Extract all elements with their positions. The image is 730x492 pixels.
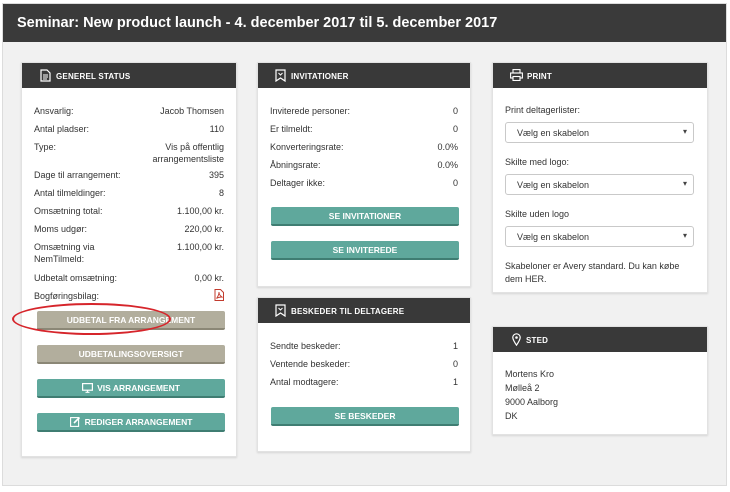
- messages-panel-header: BESKEDER TIL DELTAGERE: [258, 298, 470, 323]
- status-label: Antal pladser:: [34, 124, 90, 134]
- status-panel-title: GENEREL STATUS: [56, 72, 131, 81]
- select-value: Vælg en skabelon: [517, 232, 590, 242]
- status-label: Antal tilmeldinger:: [34, 188, 106, 198]
- print-panel-header: PRINT: [493, 63, 707, 88]
- address-line: Mølleå 2: [505, 383, 540, 393]
- invitation-value: 0.0%: [437, 160, 458, 170]
- message-value: 1: [452, 341, 458, 351]
- select-value: Vælg en skabelon: [517, 180, 590, 190]
- edit-icon: [69, 416, 80, 427]
- print-label: Skilte med logo:: [505, 157, 570, 167]
- template-select[interactable]: Vælg en skabelon ▾: [505, 122, 694, 143]
- status-label: Moms udgør:: [34, 224, 88, 234]
- status-label: Ansvarlig:: [34, 106, 74, 116]
- status-label: Bogføringsbilag:: [34, 291, 100, 301]
- messages-panel: BESKEDER TIL DELTAGERE Sendte beskeder: …: [257, 297, 471, 452]
- status-value: 110: [209, 124, 224, 134]
- print-label: Skilte uden logo: [505, 209, 570, 219]
- invitation-value: 0: [452, 124, 458, 134]
- status-value: 1.100,00 kr.: [176, 242, 224, 252]
- see-messages-button[interactable]: SE BESKEDER: [271, 407, 459, 426]
- print-note: Skabeloner er Avery standard. Du kan køb…: [505, 261, 680, 284]
- address-line: Mortens Kro: [505, 369, 555, 379]
- invitation-label: Inviterede personer:: [270, 106, 351, 116]
- template-select[interactable]: Vælg en skabelon ▾: [505, 174, 694, 195]
- invitation-value: 0.0%: [437, 142, 458, 152]
- invitations-panel: INVITATIONER Inviterede personer: 0 Er t…: [257, 62, 471, 287]
- place-panel-title: STED: [526, 336, 549, 345]
- status-value: 1.100,00 kr.: [176, 206, 224, 216]
- status-value: 220,00 kr.: [184, 224, 224, 234]
- invitation-label: Er tilmeldt:: [270, 124, 313, 134]
- status-panel: GENEREL STATUS Ansvarlig: Jacob Thomsen …: [21, 62, 237, 457]
- see-invited-button[interactable]: SE INVITEREDE: [271, 241, 459, 260]
- printer-icon: [510, 69, 523, 82]
- page-header: Seminar: New product launch - 4. decembe…: [3, 4, 726, 42]
- show-event-button[interactable]: VIS ARRANGEMENT: [37, 379, 225, 398]
- invitation-label: Åbningsrate:: [270, 160, 321, 170]
- monitor-icon: [82, 383, 94, 393]
- invitation-value: 0: [452, 178, 458, 188]
- page-title: Seminar: New product launch - 4. decembe…: [17, 15, 498, 31]
- invitations-panel-title: INVITATIONER: [291, 72, 349, 81]
- invitations-panel-header: INVITATIONER: [258, 63, 470, 88]
- status-label: Udbetalt omsætning:: [34, 273, 118, 283]
- status-label: Omsætning total:: [34, 206, 103, 216]
- dropdown-arrow-icon: ▾: [682, 127, 687, 136]
- message-icon: [275, 304, 287, 318]
- print-panel-title: PRINT: [527, 72, 552, 81]
- pdf-icon[interactable]: [214, 289, 224, 304]
- status-value: Jacob Thomsen: [160, 106, 224, 116]
- invitation-label: Konverteringsrate:: [270, 142, 344, 152]
- template-select[interactable]: Vælg en skabelon ▾: [505, 226, 694, 247]
- print-label: Print deltagerlister:: [505, 105, 581, 115]
- status-label: Dage til arrangement:: [34, 170, 121, 180]
- invitation-label: Deltager ikke:: [270, 178, 326, 188]
- edit-event-button[interactable]: REDIGER ARRANGEMENT: [37, 413, 225, 432]
- status-value: 8: [218, 188, 224, 198]
- status-label: Type:: [34, 142, 57, 152]
- message-value: 0: [452, 359, 458, 369]
- dropdown-arrow-icon: ▾: [682, 179, 687, 188]
- place-panel-header: STED: [493, 327, 707, 352]
- payout-overview-button[interactable]: UDBETALINGSOVERSIGT: [37, 345, 225, 364]
- message-label: Ventende beskeder:: [270, 359, 351, 369]
- status-panel-header: GENEREL STATUS: [22, 63, 236, 88]
- print-panel: PRINT Print deltagerlister: Vælg en skab…: [492, 62, 708, 293]
- message-value: 1: [452, 377, 458, 387]
- status-label: Omsætning via NemTilmeld:: [34, 242, 95, 264]
- address-line: 9000 Aalborg: [505, 397, 559, 407]
- status-value: 0,00 kr.: [194, 273, 224, 283]
- show-event-label: VIS ARRANGEMENT: [97, 383, 180, 393]
- select-value: Vælg en skabelon: [517, 128, 590, 138]
- highlight-circle: [12, 303, 171, 335]
- place-panel: STED Mortens Kro Mølleå 2 9000 Aalborg D…: [492, 326, 708, 435]
- document-icon: [40, 69, 52, 82]
- invitation-icon: [275, 69, 287, 83]
- status-value: Vis på offentlig arrangementsliste: [152, 142, 224, 164]
- invitation-value: 0: [452, 106, 458, 116]
- edit-event-label: REDIGER ARRANGEMENT: [84, 417, 193, 427]
- message-label: Antal modtagere:: [270, 377, 339, 387]
- page-frame: Seminar: New product launch - 4. decembe…: [2, 3, 727, 486]
- location-pin-icon: [512, 333, 524, 347]
- see-invitations-button[interactable]: SE INVITATIONER: [271, 207, 459, 226]
- dropdown-arrow-icon: ▾: [682, 231, 687, 240]
- messages-panel-title: BESKEDER TIL DELTAGERE: [291, 307, 405, 316]
- message-label: Sendte beskeder:: [270, 341, 341, 351]
- status-value: 395: [208, 170, 224, 180]
- address-line: DK: [505, 411, 518, 421]
